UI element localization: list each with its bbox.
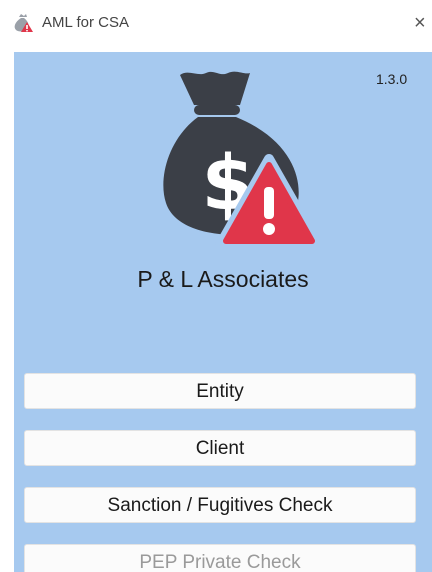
money-bag-warning-icon xyxy=(14,14,33,32)
entity-button[interactable]: Entity xyxy=(24,373,416,409)
pep-private-check-button[interactable]: PEP Private Check xyxy=(24,544,416,572)
money-bag-warning-icon: $ xyxy=(163,71,323,247)
sanction-fugitives-check-button[interactable]: Sanction / Fugitives Check xyxy=(24,487,416,523)
company-name: P & L Associates xyxy=(137,266,309,292)
version-label: 1.3.0 xyxy=(376,71,408,87)
client-button[interactable]: Client xyxy=(24,430,416,466)
main-panel: 1.3.0 $ P & L Associates Entity Client S… xyxy=(14,52,432,572)
close-button[interactable]: × xyxy=(414,10,432,36)
title-bar: AML for CSA × xyxy=(0,0,432,46)
window-title: AML for CSA xyxy=(42,14,129,31)
app-window: AML for CSA × 1.3.0 $ P & L Associates E… xyxy=(0,0,432,572)
